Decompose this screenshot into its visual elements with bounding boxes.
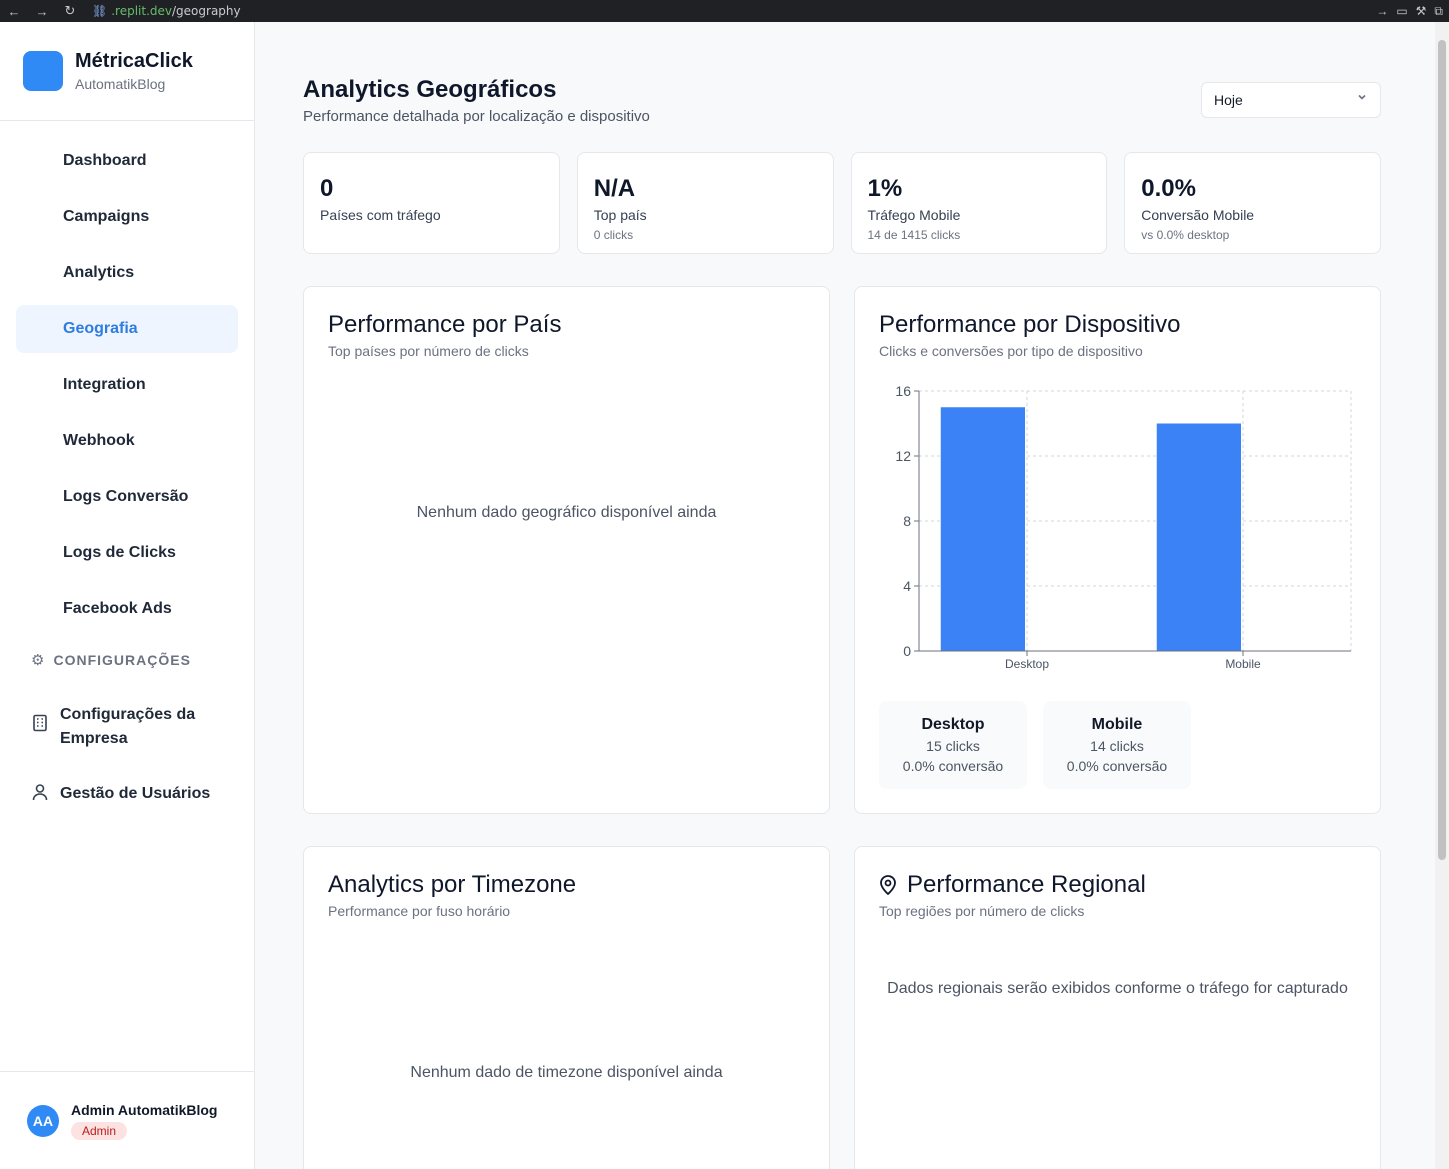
device-stats: Desktop 15 clicks 0.0% conversão Mobile … [879,701,1191,789]
card-title-text: Performance Regional [907,871,1146,898]
brand-name: MétricaClick [75,50,193,72]
page-subtitle: Performance detalhada por localização e … [303,108,650,125]
sidebar-item-company-settings[interactable]: Configurações da Empresa [0,703,254,751]
stat-card-mobile-conversion: 0.0% Conversão Mobile vs 0.0% desktop [1124,152,1381,254]
x-tick-label: Mobile [1225,657,1261,671]
page-scrollbar[interactable] [1435,22,1449,1169]
device-conversion: 0.0% conversão [902,758,1004,774]
y-tick-label: 8 [903,513,911,529]
empty-state: Nenhum dado de timezone disponível ainda [410,1064,723,1081]
reload-icon[interactable]: ↻ [56,0,84,22]
y-tick-label: 16 [895,383,911,399]
sidebar-item-webhook[interactable]: Webhook [16,417,238,465]
sidebar-item-user-management[interactable]: Gestão de Usuários [0,783,254,805]
stat-value: 0 [320,175,334,202]
x-tick-label: Desktop [1005,657,1049,671]
sidebar-item-integration[interactable]: Integration [16,361,238,409]
building-icon [31,714,49,740]
sidebar-item-dashboard[interactable]: Dashboard [16,137,238,185]
brand: MétricaClick AutomatikBlog [0,22,254,121]
url-host: .replit.dev [111,4,173,18]
forward-icon[interactable]: → [28,0,56,22]
monitor-icon[interactable]: ▭ [1396,4,1407,18]
sidebar-item-geografia[interactable]: Geografia [16,305,238,353]
stat-label: Top país [593,207,647,223]
settings-section-label: CONFIGURAÇÕES [53,652,191,668]
stat-subtext: vs 0.0% desktop [1141,228,1230,242]
wrench-icon[interactable]: ⚒ [1416,4,1427,18]
y-tick-label: 4 [903,578,911,594]
stat-label: Tráfego Mobile [867,207,961,223]
main-nav: Dashboard Campaigns Analytics Geografia … [0,137,254,633]
card-subtitle: Clicks e conversões por tipo de disposit… [879,343,1143,359]
device-name: Mobile [1091,716,1143,733]
sidebar-item-label: Configurações da Empresa [60,706,196,747]
device-name: Desktop [921,716,985,733]
stat-card-top-country: N/A Top país 0 clicks [576,152,834,254]
stats-row: 0 Países com tráfego N/A Top país 0 clic… [303,152,1381,254]
regional-performance-card: Performance Regional Top regiões por núm… [854,846,1381,1169]
brand-logo [23,51,63,91]
country-performance-card: Performance por País Top países por núme… [303,286,830,814]
stat-value: N/A [593,175,636,202]
y-tick-label: 12 [895,448,911,464]
device-conversion: 0.0% conversão [1066,758,1168,774]
bar-desktop [940,407,1025,651]
user-icon [31,783,49,805]
device-clicks: 15 clicks [926,738,980,754]
period-select-value: Hoje [1214,92,1243,108]
stat-value: 1% [867,175,903,202]
card-title: Performance por País [328,311,562,338]
y-tick-label: 0 [903,643,911,659]
stat-value: 0.0% [1141,175,1196,202]
stat-label: Países com tráfego [320,207,441,223]
url-path: /geography [172,4,241,18]
page-title: Analytics Geográficos [303,76,557,103]
timezone-analytics-card: Analytics por Timezone Performance por f… [303,846,830,1169]
card-subtitle: Top regiões por número de clicks [879,903,1085,919]
settings-section-title: ⚙ CONFIGURAÇÕES [0,651,254,669]
sidebar: MétricaClick AutomatikBlog Dashboard Cam… [0,22,255,1169]
sidebar-item-label: Gestão de Usuários [60,785,211,802]
device-stat-mobile: Mobile 14 clicks 0.0% conversão [1043,701,1191,789]
card-title: Performance Regional [879,871,1146,899]
address-bar[interactable]: ⛓ .replit.dev/geography [92,4,241,18]
device-stat-desktop: Desktop 15 clicks 0.0% conversão [879,701,1027,789]
sidebar-item-logs-clicks[interactable]: Logs de Clicks [16,529,238,577]
brand-subtitle: AutomatikBlog [75,76,166,92]
device-performance-card: Performance por Dispositivo Clicks e con… [854,286,1381,814]
device-clicks: 14 clicks [1090,738,1144,754]
card-title: Analytics por Timezone [328,871,577,898]
role-badge: Admin [71,1121,128,1140]
empty-state: Nenhum dado geográfico disponível ainda [416,504,717,521]
stat-subtext: 0 clicks [593,228,634,242]
forward-arrow-icon[interactable]: → [1376,4,1388,18]
sidebar-item-logs-conversao[interactable]: Logs Conversão [16,473,238,521]
chevron-down-icon [1356,91,1368,106]
period-select[interactable]: Hoje [1201,82,1381,118]
avatar: AA [27,1104,59,1137]
user-profile[interactable]: AA Admin AutomatikBlog Admin [0,1071,255,1169]
gear-icon: ⚙ [31,652,46,669]
back-icon[interactable]: ← [0,0,28,22]
stat-card-countries: 0 Países com tráfego [303,152,560,254]
link-icon: ⛓ [92,4,108,18]
sidebar-item-campaigns[interactable]: Campaigns [16,193,238,241]
stat-subtext: 14 de 1415 clicks [867,228,961,242]
bar-mobile [1156,423,1241,651]
sidebar-item-analytics[interactable]: Analytics [16,249,238,297]
scrollbar-thumb[interactable] [1438,40,1446,860]
user-name: Admin AutomatikBlog [71,1101,218,1118]
device-bar-chart: 0 4 8 12 16 Desktop Mobile [895,383,1352,671]
card-subtitle: Performance por fuso horário [328,903,511,919]
sidebar-item-facebook-ads[interactable]: Facebook Ads [16,585,238,633]
external-link-icon[interactable]: ⧉ [1434,4,1443,19]
stat-label: Conversão Mobile [1141,207,1255,223]
empty-state: Dados regionais serão exibidos conforme … [887,980,1348,997]
card-subtitle: Top países por número de clicks [328,343,529,359]
browser-toolbar: ← → ↻ ⛓ .replit.dev/geography → ▭ ⚒ ⧉ [0,0,1449,22]
stat-card-mobile-traffic: 1% Tráfego Mobile 14 de 1415 clicks [850,152,1108,254]
card-title: Performance por Dispositivo [879,311,1181,338]
map-pin-icon [880,875,896,895]
